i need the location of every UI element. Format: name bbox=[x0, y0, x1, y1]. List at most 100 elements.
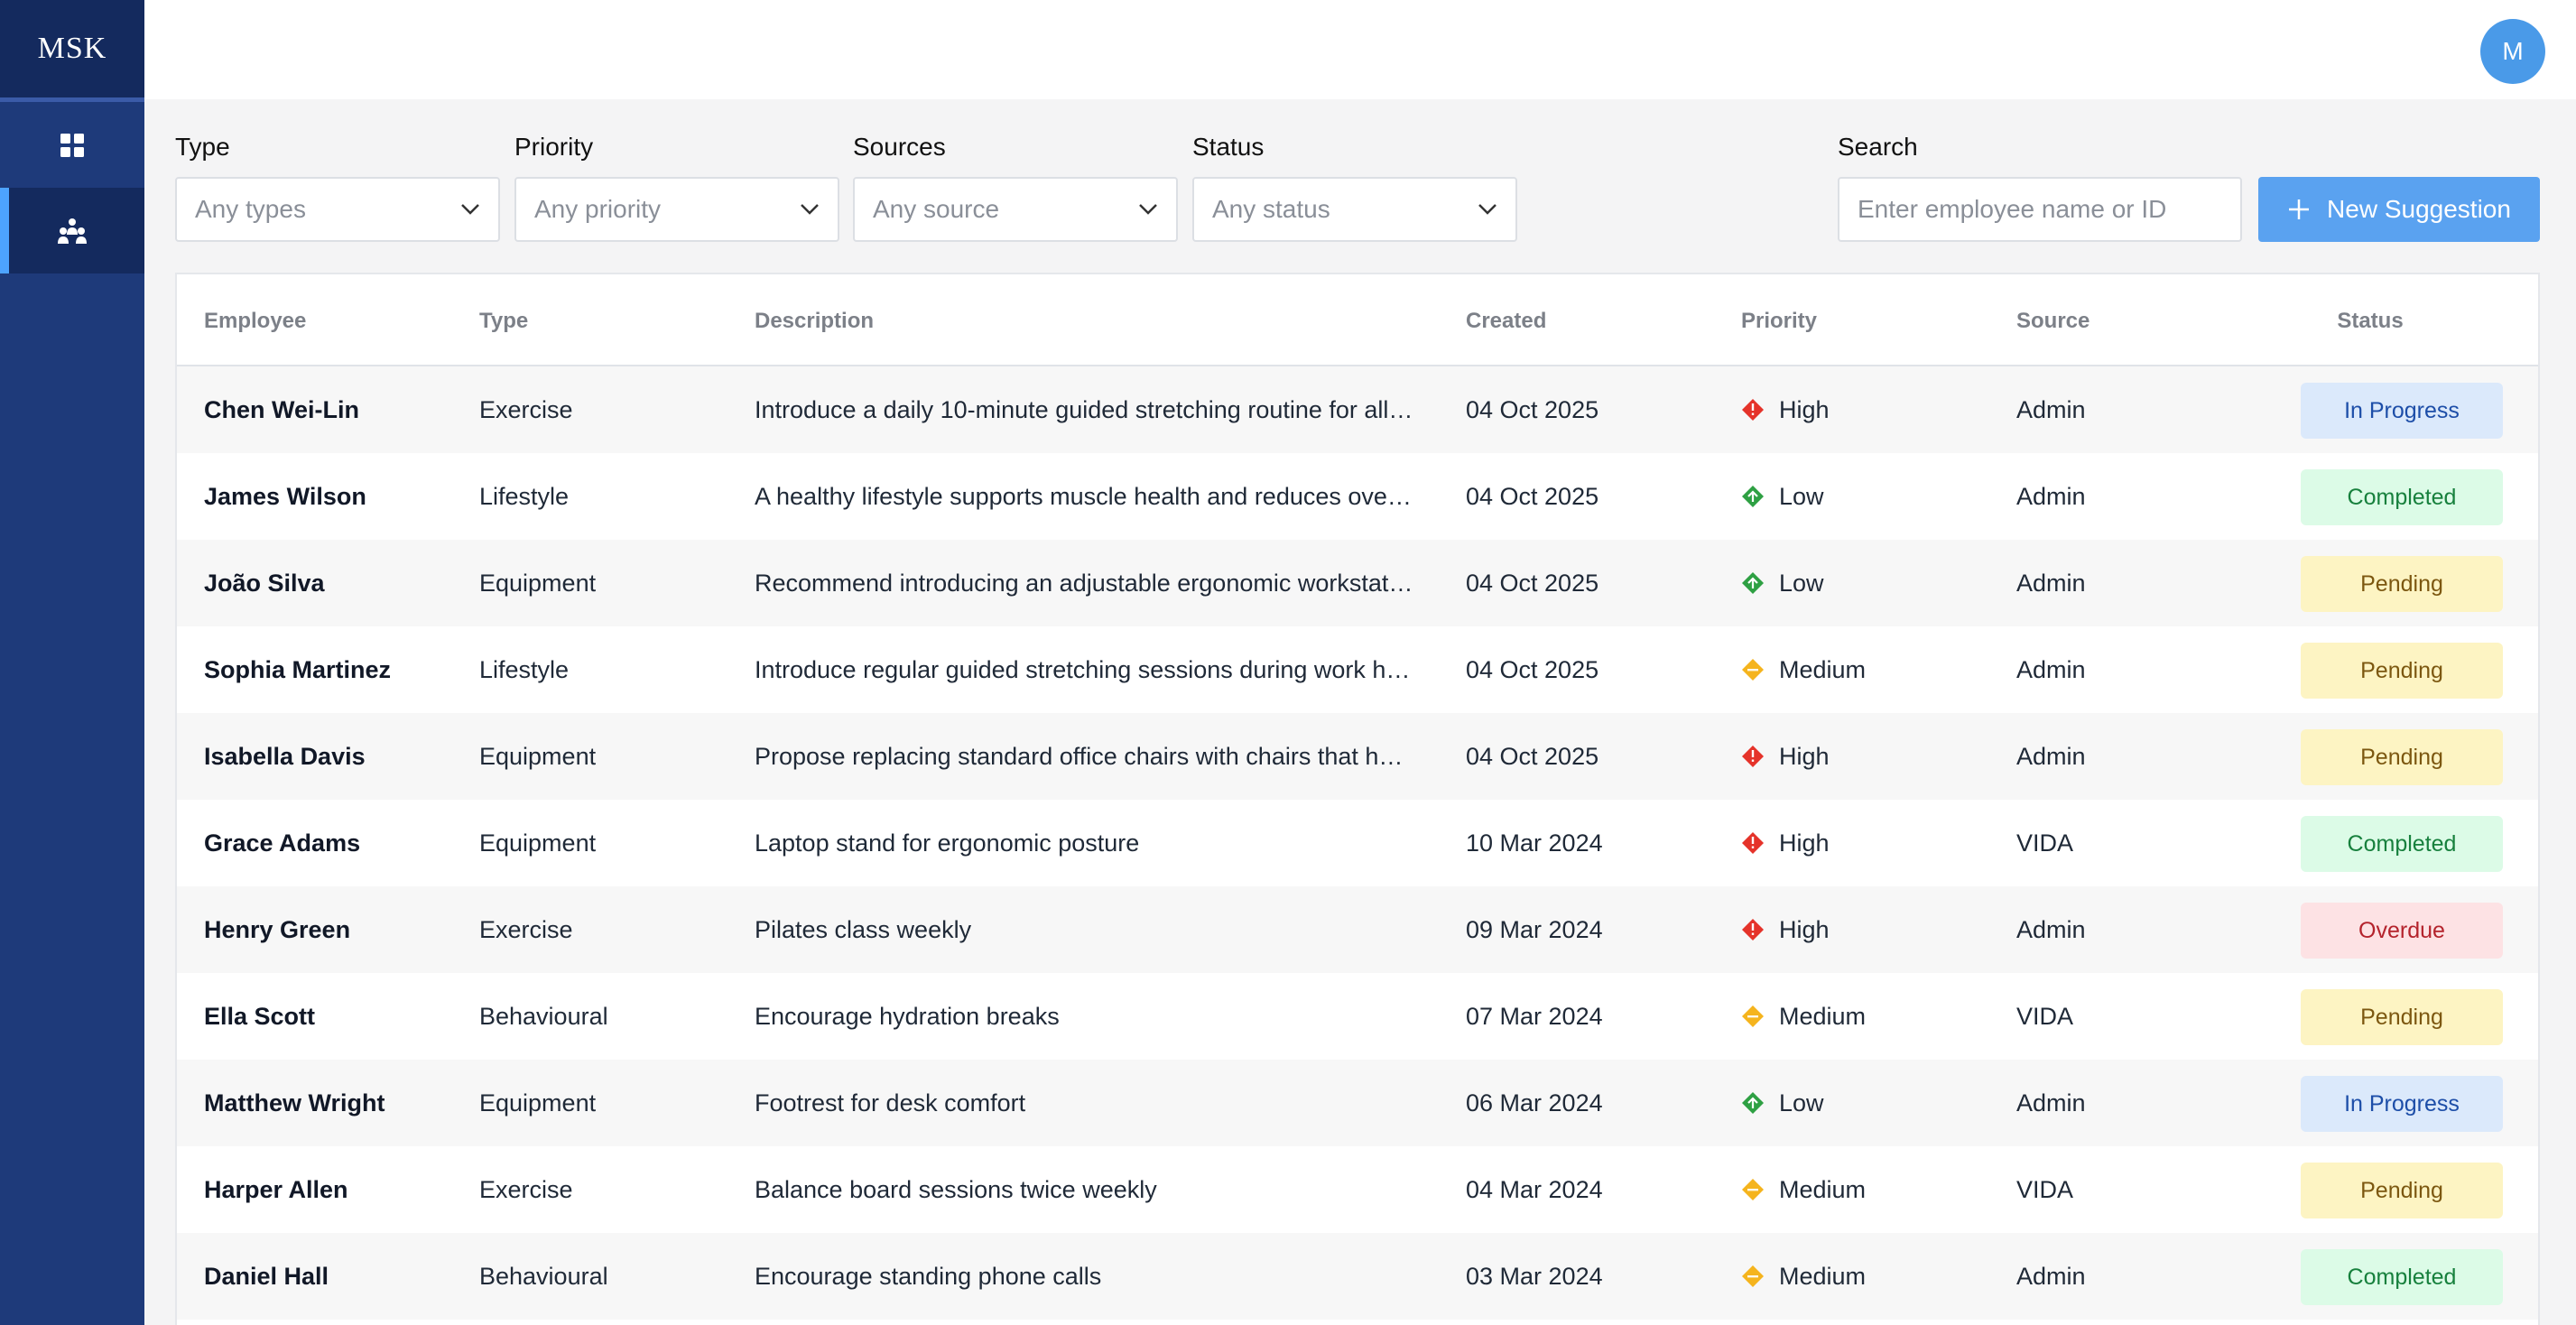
priority-high-icon bbox=[1742, 746, 1764, 767]
created-date: 04 Oct 2025 bbox=[1466, 655, 1599, 683]
suggestion-description: Introduce a daily 10-minute guided stret… bbox=[755, 396, 1413, 423]
type-filter-label: Type bbox=[175, 133, 230, 161]
priority-label: Medium bbox=[1779, 1175, 1867, 1203]
source: Admin bbox=[2016, 915, 2086, 943]
created-date: 03 Mar 2024 bbox=[1466, 1262, 1603, 1290]
employee-name: Grace Adams bbox=[204, 829, 361, 857]
created-date: 04 Oct 2025 bbox=[1466, 742, 1599, 770]
source: Admin bbox=[2016, 482, 2086, 510]
suggestion-type: Lifestyle bbox=[479, 655, 570, 683]
type-select[interactable]: Any types bbox=[175, 177, 500, 242]
column-header-priority[interactable]: Priority bbox=[1741, 309, 1817, 334]
status-badge[interactable]: Completed bbox=[2301, 1249, 2503, 1305]
status-badge[interactable]: Overdue bbox=[2301, 903, 2503, 959]
top-bar: M bbox=[144, 0, 2576, 99]
table-row[interactable]: Daniel Hall Behavioural Encourage standing… bbox=[177, 1233, 2538, 1320]
table-row[interactable]: Sophia Martinez Lifestyle Introduce regula… bbox=[177, 626, 2538, 713]
priority-label: High bbox=[1779, 742, 1830, 770]
column-header-description[interactable]: Description bbox=[755, 309, 874, 334]
priority-low-icon bbox=[1742, 486, 1764, 507]
new-suggestion-button[interactable]: New Suggestion bbox=[2258, 177, 2540, 242]
status-select-value: Any status bbox=[1212, 195, 1330, 223]
priority-filter-label: Priority bbox=[514, 133, 594, 161]
employee-name: Henry Green bbox=[204, 915, 351, 943]
suggestion-description: Propose replacing standard office chairs… bbox=[755, 743, 1413, 770]
dashboard-icon bbox=[60, 133, 84, 157]
employee-name: Isabella Davis bbox=[204, 742, 366, 770]
status-badge[interactable]: Pending bbox=[2301, 643, 2503, 699]
priority-cell: Medium bbox=[1741, 626, 1866, 713]
search-input[interactable] bbox=[1838, 177, 2242, 242]
created-date: 09 Mar 2024 bbox=[1466, 915, 1603, 943]
column-header-employee[interactable]: Employee bbox=[204, 309, 306, 334]
status-badge[interactable]: Completed bbox=[2301, 469, 2503, 525]
table-row[interactable]: Henry Green Exercise Pilates class weekly 0… bbox=[177, 886, 2538, 973]
source: VIDA bbox=[2016, 1175, 2074, 1203]
created-date: 06 Mar 2024 bbox=[1466, 1089, 1603, 1117]
priority-label: Medium bbox=[1779, 1002, 1867, 1030]
status-badge[interactable]: Pending bbox=[2301, 989, 2503, 1045]
status-badge[interactable]: Completed bbox=[2301, 816, 2503, 872]
source: Admin bbox=[2016, 569, 2086, 597]
chevron-down-icon bbox=[461, 204, 479, 215]
status-badge[interactable]: Pending bbox=[2301, 729, 2503, 785]
priority-medium-icon bbox=[1742, 1005, 1764, 1027]
table-body: Chen Wei-Lin Exercise Introduce a daily 10… bbox=[177, 366, 2538, 1320]
priority-label: Medium bbox=[1779, 1262, 1867, 1290]
priority-cell: Low bbox=[1741, 1060, 1824, 1146]
status-badge[interactable]: Pending bbox=[2301, 556, 2503, 612]
employee-name: João Silva bbox=[204, 569, 325, 597]
app-logo[interactable]: MSK bbox=[0, 0, 144, 97]
column-header-type[interactable]: Type bbox=[479, 309, 528, 334]
column-header-source[interactable]: Source bbox=[2016, 309, 2090, 334]
employee-name: Chen Wei-Lin bbox=[204, 395, 359, 423]
sidebar: MSK bbox=[0, 0, 144, 1325]
table-row[interactable]: Ella Scott Behavioural Encourage hydration… bbox=[177, 973, 2538, 1060]
column-header-status[interactable]: Status bbox=[2269, 309, 2471, 334]
table-row[interactable]: James Wilson Lifestyle A healthy lifestyle… bbox=[177, 453, 2538, 540]
column-header-created[interactable]: Created bbox=[1466, 309, 1546, 334]
suggestion-type: Exercise bbox=[479, 1175, 573, 1203]
source: Admin bbox=[2016, 1089, 2086, 1117]
sidebar-item-team[interactable] bbox=[0, 188, 144, 273]
priority-label: Medium bbox=[1779, 655, 1867, 683]
employee-name: Harper Allen bbox=[204, 1175, 348, 1203]
suggestion-description: Balance board sessions twice weekly bbox=[755, 1176, 1157, 1203]
priority-select[interactable]: Any priority bbox=[514, 177, 839, 242]
user-avatar[interactable]: M bbox=[2480, 19, 2545, 84]
table-row[interactable]: Grace Adams Equipment Laptop stand for erg… bbox=[177, 800, 2538, 886]
employee-name: Matthew Wright bbox=[204, 1089, 385, 1117]
created-date: 07 Mar 2024 bbox=[1466, 1002, 1603, 1030]
status-badge[interactable]: In Progress bbox=[2301, 383, 2503, 439]
priority-low-icon bbox=[1742, 1092, 1764, 1114]
table-row[interactable]: Harper Allen Exercise Balance board sessio… bbox=[177, 1146, 2538, 1233]
priority-label: High bbox=[1779, 915, 1830, 943]
status-badge[interactable]: In Progress bbox=[2301, 1076, 2503, 1132]
suggestion-description: A healthy lifestyle supports muscle heal… bbox=[755, 483, 1413, 510]
created-date: 04 Mar 2024 bbox=[1466, 1175, 1603, 1203]
table-row[interactable]: Isabella Davis Equipment Propose replacing… bbox=[177, 713, 2538, 800]
suggestion-type: Equipment bbox=[479, 569, 597, 597]
priority-label: Low bbox=[1779, 482, 1824, 510]
priority-cell: Low bbox=[1741, 540, 1824, 626]
priority-cell: Low bbox=[1741, 453, 1824, 540]
suggestion-type: Exercise bbox=[479, 395, 573, 423]
employee-name: Ella Scott bbox=[204, 1002, 316, 1030]
priority-medium-icon bbox=[1742, 1265, 1764, 1287]
priority-medium-icon bbox=[1742, 659, 1764, 681]
status-select[interactable]: Any status bbox=[1192, 177, 1517, 242]
suggestion-type: Behavioural bbox=[479, 1262, 608, 1290]
table-row[interactable]: Matthew Wright Equipment Footrest for desk… bbox=[177, 1060, 2538, 1146]
sources-select-value: Any source bbox=[873, 195, 1000, 223]
table-row[interactable]: Chen Wei-Lin Exercise Introduce a daily 10… bbox=[177, 366, 2538, 453]
sources-select[interactable]: Any source bbox=[853, 177, 1178, 242]
sidebar-item-dashboard[interactable] bbox=[0, 102, 144, 188]
suggestion-description: Introduce regular guided stretching sess… bbox=[755, 656, 1413, 683]
created-date: 04 Oct 2025 bbox=[1466, 395, 1599, 423]
priority-label: Low bbox=[1779, 569, 1824, 597]
priority-high-icon bbox=[1742, 399, 1764, 421]
source: VIDA bbox=[2016, 829, 2074, 857]
status-badge[interactable]: Pending bbox=[2301, 1163, 2503, 1218]
priority-cell: High bbox=[1741, 366, 1830, 453]
table-row[interactable]: João Silva Equipment Recommend introducing… bbox=[177, 540, 2538, 626]
